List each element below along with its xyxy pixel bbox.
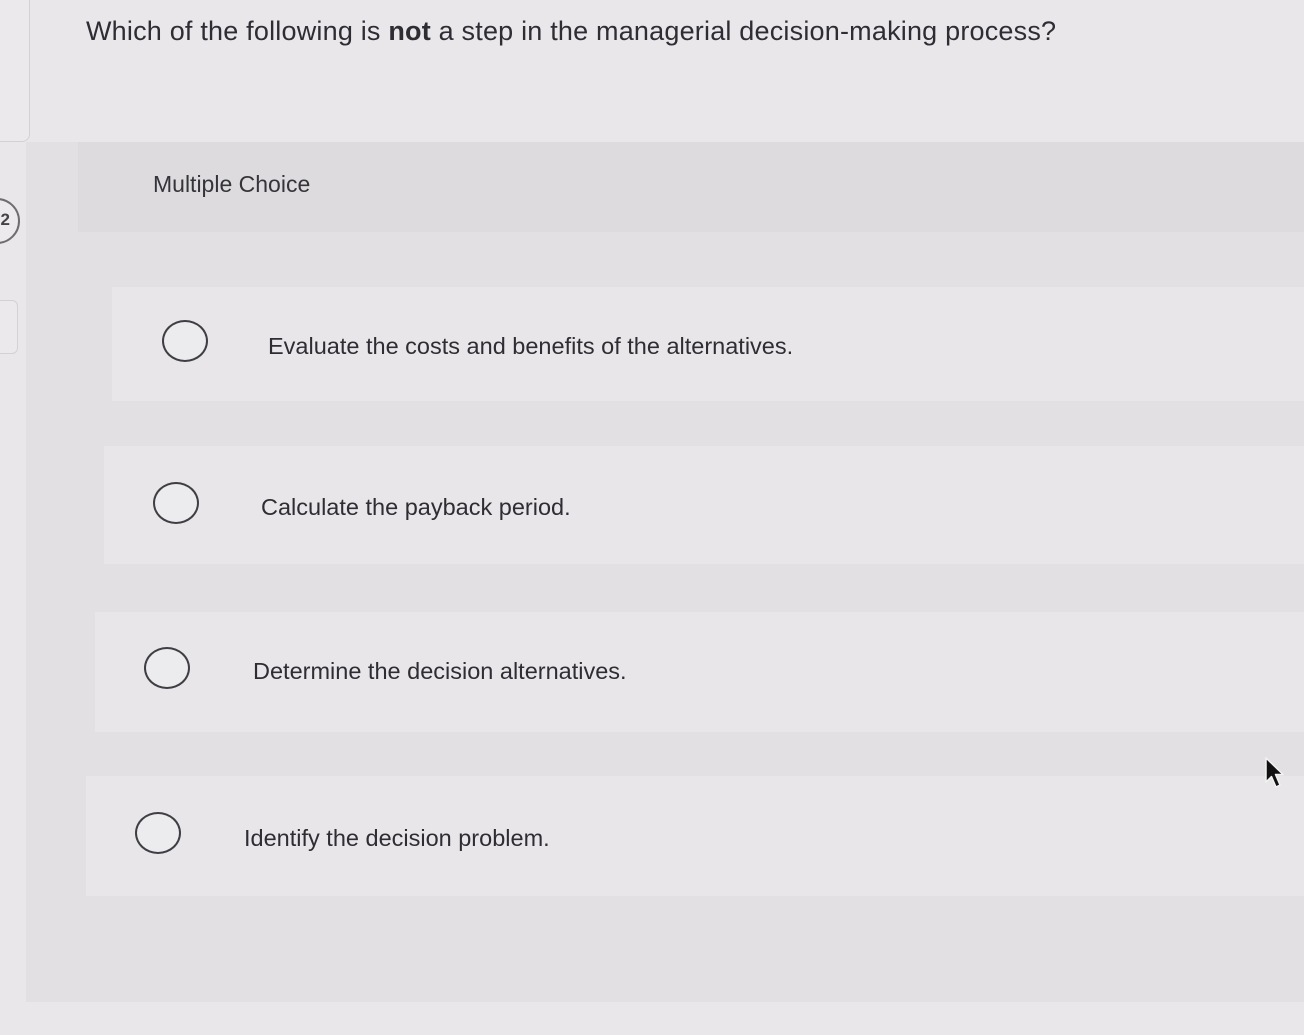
mouse-pointer-icon [1265,757,1284,788]
choice-option-1[interactable]: Evaluate the costs and benefits of the a… [112,287,1304,401]
choice-label: Calculate the payback period. [261,494,571,520]
question-number: 2 [0,210,10,229]
choice-option-2[interactable]: Calculate the payback period. [104,446,1304,564]
radio-unchecked-icon[interactable] [162,320,208,362]
question-nav-card[interactable] [0,300,18,354]
choice-option-3[interactable]: Determine the decision alternatives. [95,612,1304,732]
question-text: Which of the following is not a step in … [86,16,1056,47]
question-suffix: a step in the managerial decision-making… [430,16,1057,46]
question-emphasis: not [388,16,431,46]
radio-unchecked-icon[interactable] [153,482,199,524]
choice-label: Identify the decision problem. [244,825,550,851]
question-type-label: Multiple Choice [153,171,311,197]
question-number-badge[interactable]: 2 [0,198,20,244]
question-prefix: Which of the following is [86,16,389,46]
choice-label: Determine the decision alternatives. [253,658,627,684]
previous-question-card[interactable] [0,0,30,142]
radio-unchecked-icon[interactable] [144,647,190,689]
radio-unchecked-icon[interactable] [135,812,181,854]
choice-option-4[interactable]: Identify the decision problem. [86,776,1304,896]
choice-label: Evaluate the costs and benefits of the a… [268,333,794,359]
